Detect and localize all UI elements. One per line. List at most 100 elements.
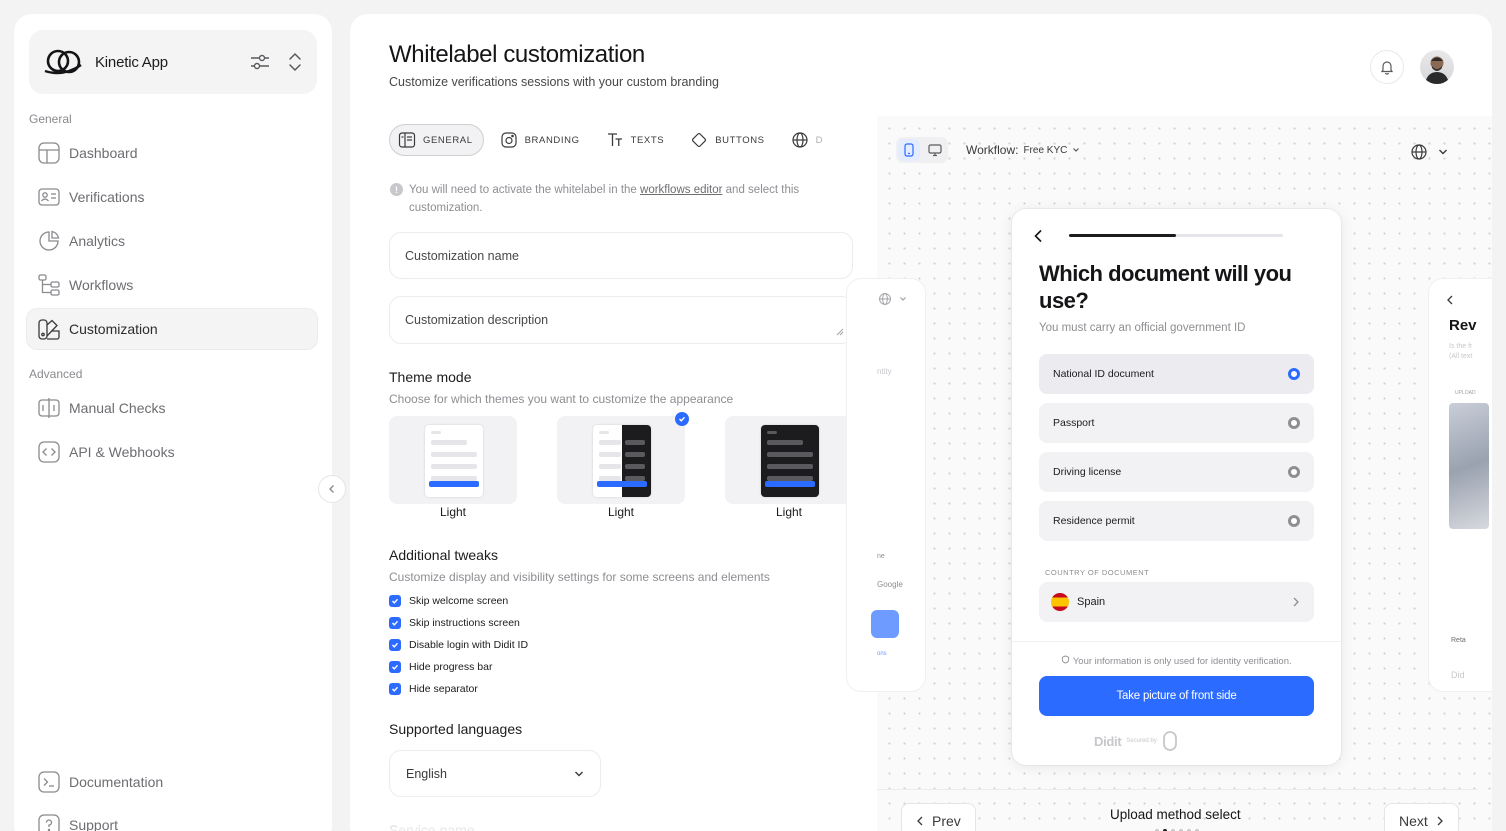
mobile-preview: Which document will you use? You must ca… [1012,209,1341,765]
sliders-icon[interactable] [249,51,271,73]
notifications-button[interactable] [1370,50,1404,84]
supported-languages-title: Supported languages [389,721,523,737]
ghost-text: Reta [1451,637,1466,644]
tab-label: D [815,134,824,146]
ghost-text: ons [877,651,887,657]
chevron-up-down-icon[interactable] [287,51,303,73]
ghost-button [871,610,899,638]
sidebar-item-label: Manual Checks [69,400,166,416]
tweak-label: Skip welcome screen [409,595,509,607]
country-selector[interactable]: Spain [1039,582,1314,622]
manual-check-icon [38,398,60,418]
document-question-subtitle: You must carry an official government ID [1039,322,1246,334]
pie-chart-icon [39,230,60,251]
chevron-down-icon [1073,148,1080,152]
checkbox-checked-icon[interactable] [389,595,401,607]
desktop-icon [928,144,942,157]
additional-tweaks-description: Customize display and visibility setting… [389,570,770,584]
document-option-residence-permit[interactable]: Residence permit [1039,501,1314,541]
camera-icon [501,132,517,148]
sidebar-item-verifications[interactable]: Verifications [27,177,317,217]
sidebar-item-label: Workflows [69,277,134,293]
document-option-passport[interactable]: Passport [1039,403,1314,443]
tweak-label: Hide separator [409,683,478,695]
ghost-text: Did [1451,670,1465,680]
theme-option-dark[interactable] [725,416,853,504]
option-label: Driving license [1053,466,1122,478]
tab-languages[interactable]: D [783,124,829,156]
sidebar: Kinetic App General Dashboard Verificati… [14,14,332,831]
avatar[interactable] [1420,50,1454,84]
tab-label: BRANDING [524,134,580,146]
customization-name-input[interactable]: Customization name [389,232,853,279]
additional-tweaks-title: Additional tweaks [389,547,498,563]
checkbox-checked-icon[interactable] [389,639,401,651]
sidebar-item-workflows[interactable]: Workflows [27,265,317,305]
tweak-hide-progress[interactable]: Hide progress bar [389,661,492,673]
privacy-note: Your information is only used for identi… [1012,655,1341,667]
sidebar-item-customization[interactable]: Customization [27,309,317,349]
theme-option-system[interactable] [557,416,685,504]
spain-flag-icon [1051,593,1069,611]
prev-screen-button[interactable]: Prev [901,803,976,831]
device-toggle [896,137,948,163]
checkbox-checked-icon[interactable] [389,617,401,629]
language-select[interactable]: English [389,750,601,797]
theme-mode-description: Choose for which themes you want to cust… [389,392,734,406]
sidebar-item-documentation[interactable]: Documentation [27,762,317,802]
id-document-image [1449,403,1489,529]
country-value: Spain [1077,596,1106,608]
back-arrow-icon[interactable] [1033,229,1043,243]
terminal-icon [38,771,60,793]
app-switcher[interactable]: Kinetic App [29,30,317,94]
layout-icon [38,142,60,164]
tweak-label: Hide progress bar [409,661,493,673]
secured-by-brand: Didit Secured by [1094,730,1178,752]
tab-branding[interactable]: BRANDING [492,124,590,156]
chevron-right-icon [1293,597,1299,607]
sidebar-item-label: Documentation [69,774,164,790]
sidebar-item-analytics[interactable]: Analytics [27,221,317,261]
user-photo-icon [1425,56,1449,84]
sidebar-item-manual-checks[interactable]: Manual Checks [27,388,317,428]
sidebar-item-support[interactable]: Support [27,805,317,831]
service-name-title: Service name [389,822,475,831]
selected-check-icon [675,412,689,426]
next-screen-button[interactable]: Next [1384,803,1459,831]
globe-icon [879,293,891,305]
app-name: Kinetic App [95,53,168,71]
ghost-text: Is the fr [1449,343,1473,350]
tweak-hide-separator[interactable]: Hide separator [389,683,478,695]
sidebar-item-dashboard[interactable]: Dashboard [27,133,317,173]
sidebar-item-label: Customization [69,321,158,337]
theme-option-light[interactable] [389,416,517,504]
preview-language-button[interactable] [1404,137,1462,167]
tweak-skip-instructions[interactable]: Skip instructions screen [389,617,520,629]
tweak-label: Skip instructions screen [409,617,520,629]
workflow-selector[interactable]: Workflow: Free KYC [966,143,1080,157]
globe-icon [1411,144,1427,160]
sidebar-item-label: Analytics [69,233,126,249]
preview-canvas: Workflow: Free KYC ntity ne Google ons R… [847,116,1492,831]
tab-general[interactable]: GENERAL [389,124,484,156]
option-label: Passport [1053,417,1095,429]
desktop-view-button[interactable] [924,139,946,161]
next-screen-card: Rev Is the fr (All text UPLOAD Reta Did [1429,279,1492,691]
take-picture-button[interactable]: Take picture of front side [1039,676,1314,716]
tab-label: TEXTS [630,134,665,146]
tab-texts[interactable]: TEXTS [598,124,675,156]
tweak-skip-welcome[interactable]: Skip welcome screen [389,595,508,607]
tab-buttons[interactable]: BUTTONS [682,124,774,156]
workflows-editor-link[interactable]: workflows editor [640,184,722,196]
mobile-icon [904,143,914,157]
sidebar-item-api-webhooks[interactable]: API & Webhooks [27,432,317,472]
mobile-view-button[interactable] [898,139,920,161]
resize-handle-icon[interactable] [836,328,844,336]
customization-description-input[interactable]: Customization description [389,296,853,344]
collapse-sidebar-button[interactable] [318,475,346,503]
checkbox-checked-icon[interactable] [389,661,401,673]
tweak-disable-login[interactable]: Disable login with Didit ID [389,639,528,651]
document-option-driving-license[interactable]: Driving license [1039,452,1314,492]
checkbox-checked-icon[interactable] [389,683,401,695]
document-option-national-id[interactable]: National ID document [1039,354,1314,394]
